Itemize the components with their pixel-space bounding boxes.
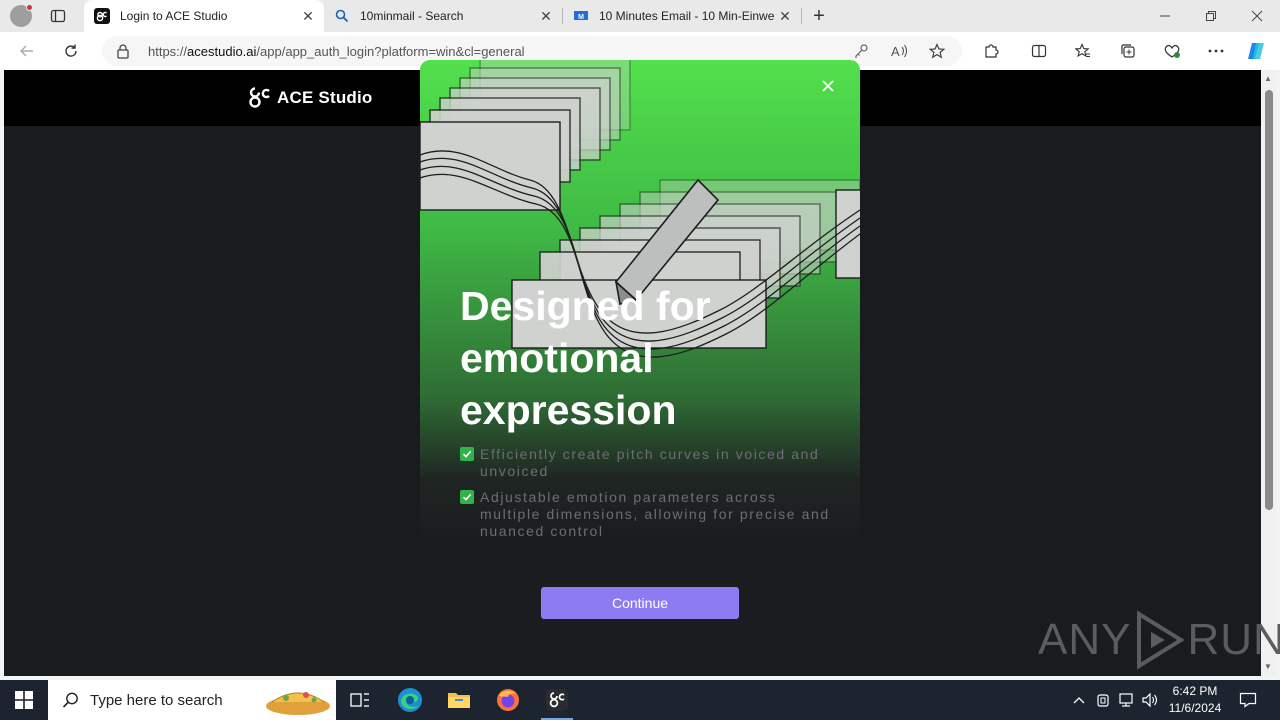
notification-icon [1239,692,1257,708]
modal-close-button[interactable] [818,76,838,96]
url-text: https://acestudio.ai/app/app_auth_login?… [148,44,525,59]
refresh-button[interactable] [58,39,84,63]
network-icon [1119,693,1133,707]
collections-icon[interactable] [1115,39,1141,63]
play-triangle-icon [1137,610,1186,670]
task-view-icon [350,693,369,707]
tab-close-icon[interactable]: ✕ [775,6,795,26]
search-highlight-icon [266,692,330,715]
minimize-icon [1160,15,1170,17]
search-icon [62,692,78,708]
tab-separator [801,8,802,24]
watermark-text-left: ANY [1038,615,1132,664]
start-button[interactable] [0,680,48,720]
ace-studio-app-icon [546,689,568,711]
url-path: /app/app_auth_login?platform=win&cl=gene… [256,44,525,59]
tab-title: 10 Minutes Email - 10 Min-Einwe [599,9,775,23]
close-icon [1251,10,1263,22]
edge-icon [398,688,422,712]
read-aloud-icon[interactable]: A [886,39,912,63]
brand-name: ACE Studio [277,88,373,107]
more-options-icon[interactable] [1203,39,1229,63]
clock-time: 6:42 PM [1172,684,1218,698]
device-icon [1097,694,1109,707]
close-window-button[interactable] [1234,0,1280,32]
tab-login-ace-studio[interactable]: Login to ACE Studio ✕ [84,0,324,32]
back-arrow-icon [20,45,33,57]
minimize-button[interactable] [1142,0,1188,32]
chevron-up-icon [1073,697,1085,704]
taskbar-file-explorer[interactable] [435,680,483,720]
scrollbar-thumb[interactable] [1265,90,1273,510]
tab-close-icon[interactable]: ✕ [298,6,318,26]
folder-icon [448,693,470,708]
tab-10minmail-search[interactable]: 10minmail - Search ✕ [324,0,562,32]
tab-title: Login to ACE Studio [120,9,228,23]
taskbar-ace-studio[interactable] [533,680,581,720]
copilot-icon[interactable] [1244,39,1270,63]
checkmark-icon [460,447,474,461]
system-clock[interactable]: 6:42 PM 11/6/2024 [1166,683,1224,717]
tab-title: 10minmail - Search [360,9,464,23]
taskbar-firefox[interactable] [484,680,532,720]
feature-item: Adjustable emotion parameters across mul… [460,489,840,540]
ace-logo-icon [249,87,270,108]
tab-actions-icon[interactable] [50,8,68,24]
feature-text: Efficiently create pitch curves in voice… [480,446,820,479]
feature-text: Adjustable emotion parameters across mul… [480,489,830,539]
search-placeholder: Type here to search [90,691,223,709]
search-favicon [334,8,350,24]
svg-text:M: M [578,14,584,21]
taskbar-search-box[interactable]: Type here to search [48,680,336,720]
anyrun-watermark: ANY RUN [1038,610,1280,670]
back-button[interactable] [14,39,40,63]
clock-date: 11/6/2024 [1168,701,1222,715]
device-tray[interactable] [1094,680,1112,720]
volume-tray[interactable] [1140,680,1160,720]
tenminutemail-favicon: M [573,8,589,24]
notification-dot [26,4,33,11]
tab-10-minutes-email[interactable]: M 10 Minutes Email - 10 Min-Einwe ✕ [563,0,801,32]
firefox-icon [497,689,519,711]
favorites-icon[interactable] [1070,39,1096,63]
windows-logo-icon [15,691,33,709]
favorite-star-icon[interactable] [924,39,950,63]
refresh-icon [65,44,77,57]
page-scrollbar[interactable]: ▲ ▼ [1261,70,1276,676]
checkmark-icon [460,490,474,504]
watermark-text-right: RUN [1187,615,1280,664]
new-tab-button[interactable]: + [808,5,830,27]
windows-taskbar: Type here to search 6:42 PM 11/6/2024 [0,680,1280,720]
extensions-icon[interactable] [978,39,1004,63]
profile-avatar[interactable] [10,4,33,27]
split-screen-icon[interactable] [1026,39,1052,63]
url-host: acestudio.ai [187,44,257,59]
restore-icon [1206,11,1216,21]
tab-close-icon[interactable]: ✕ [536,6,556,26]
continue-button[interactable]: Continue [541,587,739,619]
task-view-button[interactable] [336,680,384,720]
ace-studio-favicon [94,8,110,24]
url-scheme: https:// [148,44,188,59]
close-icon [822,80,834,92]
lock-icon[interactable] [116,43,130,64]
svg-text:A: A [891,44,900,59]
browser-tab-strip: Login to ACE Studio ✕ 10minmail - Search… [0,0,1280,32]
show-hidden-icons[interactable] [1070,680,1088,720]
restore-button[interactable] [1188,0,1234,32]
onboarding-modal: Designed for emotional expression Effici… [420,60,860,660]
site-logo[interactable]: ACE Studio [247,86,373,110]
feature-list: Efficiently create pitch curves in voice… [460,446,840,549]
browser-essentials-icon[interactable] [1159,39,1185,63]
scroll-up-icon[interactable]: ▲ [1264,74,1272,83]
network-tray[interactable] [1116,680,1136,720]
notifications-button[interactable] [1234,680,1262,720]
taskbar-edge[interactable] [386,680,434,720]
speaker-icon [1142,692,1158,708]
feature-item: Efficiently create pitch curves in voice… [460,446,840,480]
modal-headline: Designed for emotional expression [460,283,711,433]
